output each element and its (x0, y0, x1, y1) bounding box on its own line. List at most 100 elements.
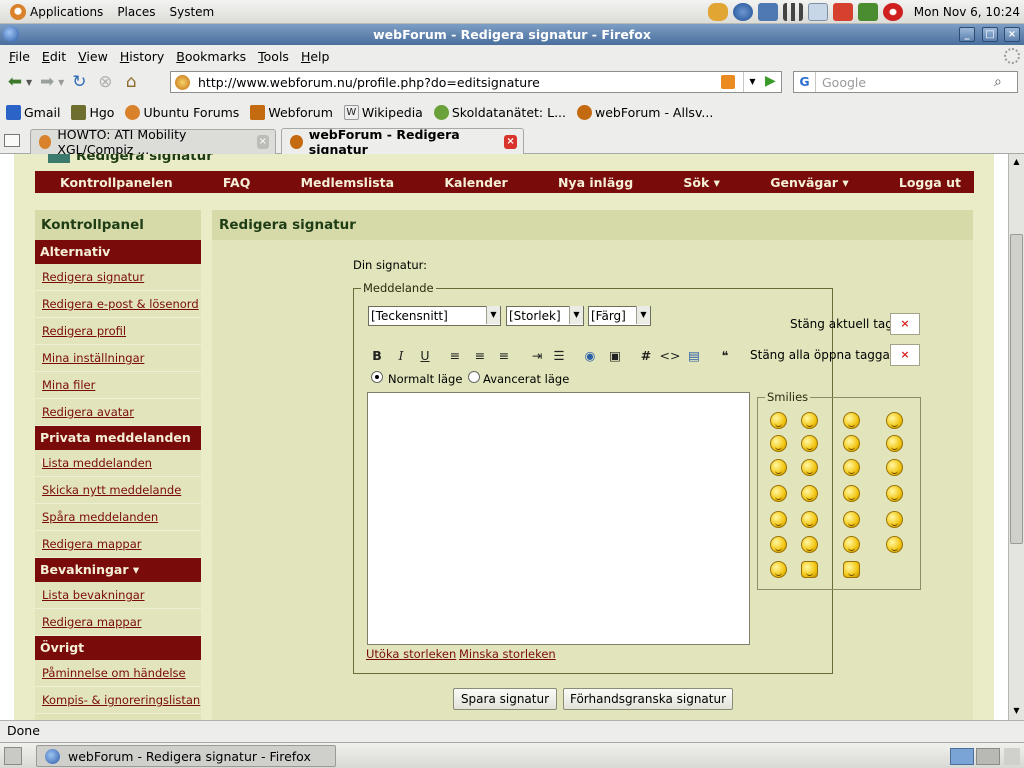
sidebar-item-kompislista[interactable]: Kompis- & ignoreringslistan (35, 687, 201, 714)
menu-help[interactable]: Help (296, 49, 335, 64)
browser-launcher-icon[interactable] (732, 3, 753, 21)
home-icon[interactable]: ⌂ (120, 71, 142, 93)
minimize-icon[interactable]: _ (959, 27, 975, 42)
sidebar-item-redigera-avatar[interactable]: Redigera avatar (35, 399, 201, 426)
code-icon[interactable]: <> (660, 345, 681, 365)
taskbar-window-firefox[interactable]: webForum - Redigera signatur - Firefox (36, 745, 336, 767)
bookmark-hgo[interactable]: Hgo (71, 104, 114, 120)
align-right-icon[interactable]: ≡ (494, 345, 514, 365)
decrease-size-link[interactable]: Minska storleken (459, 647, 556, 661)
shy-icon[interactable] (770, 561, 787, 578)
sidebar-heading-bevakningar[interactable]: Bevakningar ▾ (35, 558, 201, 582)
insert-link-icon[interactable]: ◉ (580, 345, 600, 365)
sidebar-item-redigera-signatur[interactable]: Redigera signatur (35, 264, 201, 291)
user-icon[interactable] (707, 3, 728, 21)
size-select[interactable]: [Storlek] ▼ (506, 306, 584, 326)
bookmark-webforum-allsv[interactable]: webForum - Allsv... (577, 104, 713, 120)
applications-menu[interactable]: Applications (10, 3, 103, 20)
sidebar-item-spara-meddelanden[interactable]: Spåra meddelanden (35, 504, 201, 531)
cheers-icon[interactable] (886, 459, 903, 476)
blush-icon[interactable] (843, 511, 860, 528)
rss-feed-icon[interactable] (721, 75, 735, 89)
reload-icon[interactable]: ↻ (68, 71, 90, 93)
menu-view[interactable]: View (73, 49, 113, 64)
close-tab-icon[interactable]: × (504, 134, 517, 149)
thumbs-up-icon[interactable] (801, 561, 818, 578)
bullet-list-icon[interactable]: ☰ (549, 345, 569, 365)
font-select[interactable]: [Teckensnitt] ▼ (368, 306, 501, 326)
underline-icon[interactable]: U (415, 345, 435, 365)
bookmark-gmail[interactable]: Gmail (6, 104, 60, 120)
sidebar-item-redigera-mappar[interactable]: Redigera mappar (35, 531, 201, 558)
workspace-2[interactable] (976, 748, 1000, 765)
url-text[interactable]: http://www.webforum.nu/profile.php?do=ed… (198, 75, 540, 90)
align-left-icon[interactable]: ≡ (445, 345, 465, 365)
rolleyes-icon[interactable] (886, 435, 903, 452)
wink-icon[interactable] (770, 435, 787, 452)
bookmark-webforum[interactable]: Webforum (250, 104, 333, 120)
screenshot-icon[interactable] (807, 3, 828, 21)
firefox-window-icon[interactable] (3, 26, 19, 42)
applause-icon[interactable] (843, 536, 860, 553)
insert-image-icon[interactable]: ▣ (605, 345, 625, 365)
forward-icon[interactable]: ➡ (36, 71, 58, 93)
sidebar-item-lista-bevakningar[interactable]: Lista bevakningar (35, 582, 201, 609)
drink-icon[interactable] (801, 485, 818, 502)
normal-mode-radio[interactable] (371, 371, 383, 383)
font-select-control[interactable]: [Teckensnitt] (368, 306, 501, 326)
url-dropdown-icon[interactable]: ▼ (743, 72, 761, 92)
trash-icon[interactable] (1004, 748, 1020, 765)
search-icon[interactable]: ⌕ (994, 74, 1002, 90)
nav-kontrollpanelen[interactable]: Kontrollpanelen (47, 175, 186, 190)
sidebar-item-lista-meddelanden[interactable]: Lista meddelanden (35, 450, 201, 477)
search-box[interactable]: G Google ⌕ (793, 71, 1018, 93)
stop-icon[interactable]: ⊗ (94, 71, 116, 93)
menu-tools[interactable]: Tools (253, 49, 294, 64)
thinking-icon[interactable] (770, 536, 787, 553)
nav-medlemslista[interactable]: Medlemslista (288, 175, 408, 190)
sidebar-heading-privata-meddelanden[interactable]: Privata meddelanden ▾ (35, 426, 201, 469)
battery-icon[interactable] (857, 3, 878, 21)
clock[interactable]: Mon Nov 6, 10:24 (914, 5, 1020, 19)
italic-icon[interactable]: I (391, 345, 411, 365)
nav-genvagar[interactable]: Genvägar ▾ (757, 175, 861, 190)
menu-history[interactable]: History (115, 49, 169, 64)
vertical-scrollbar[interactable]: ▲ ▼ (1008, 154, 1024, 720)
maximize-icon[interactable]: □ (982, 27, 998, 42)
confused-icon[interactable] (843, 412, 860, 429)
settings-applet-icon[interactable] (757, 3, 778, 21)
sidebar-item-redigera-mappar-bevakningar[interactable]: Redigera mappar (35, 609, 201, 636)
increase-size-link[interactable]: Utöka storleken (366, 647, 456, 661)
bookmark-wikipedia[interactable]: W Wikipedia (343, 104, 423, 120)
menu-edit[interactable]: Edit (37, 49, 71, 64)
surprised-icon[interactable] (801, 435, 818, 452)
tab-howto-ati[interactable]: HOWTO: ATI Mobility XGL/Compiz ... × (30, 127, 276, 157)
bold-icon[interactable]: B (367, 345, 387, 365)
php-icon[interactable]: ▤ (684, 345, 704, 365)
close-all-tags-button[interactable]: × (890, 344, 920, 366)
close-window-icon[interactable]: × (1004, 27, 1020, 42)
normal-mode-label[interactable]: Normalt läge (388, 372, 462, 386)
nav-kalender[interactable]: Kalender (431, 175, 520, 190)
advanced-mode-radio[interactable] (468, 371, 480, 383)
volume-muted-icon[interactable] (832, 3, 853, 21)
indent-icon[interactable]: ⇥ (527, 345, 547, 365)
happy-icon[interactable] (770, 485, 787, 502)
hash-icon[interactable]: # (636, 345, 656, 365)
sidebar-item-mina-filer[interactable]: Mina filer (35, 372, 201, 399)
workspace-1[interactable] (950, 748, 974, 765)
nav-sok[interactable]: Sök ▾ (670, 175, 733, 190)
eek-icon[interactable] (801, 459, 818, 476)
big-grin-icon[interactable] (886, 536, 903, 553)
search-engine-icon[interactable]: G (794, 72, 816, 92)
quote-icon[interactable]: ❝ (715, 345, 735, 365)
bookmark-skoldatanatet[interactable]: Skoldatanätet: L... (433, 104, 566, 120)
scroll-up-icon[interactable]: ▲ (1010, 155, 1023, 169)
sidebar-item-paminnelse[interactable]: Påminnelse om händelse (35, 660, 201, 687)
nav-logga-ut[interactable]: Logga ut (886, 175, 974, 190)
tongue-icon[interactable] (843, 485, 860, 502)
close-tab-icon[interactable]: × (256, 135, 269, 149)
nav-nya-inlagg[interactable]: Nya inlägg (545, 175, 646, 190)
power-icon[interactable] (882, 3, 903, 21)
advanced-mode-label[interactable]: Avancerat läge (483, 372, 569, 386)
